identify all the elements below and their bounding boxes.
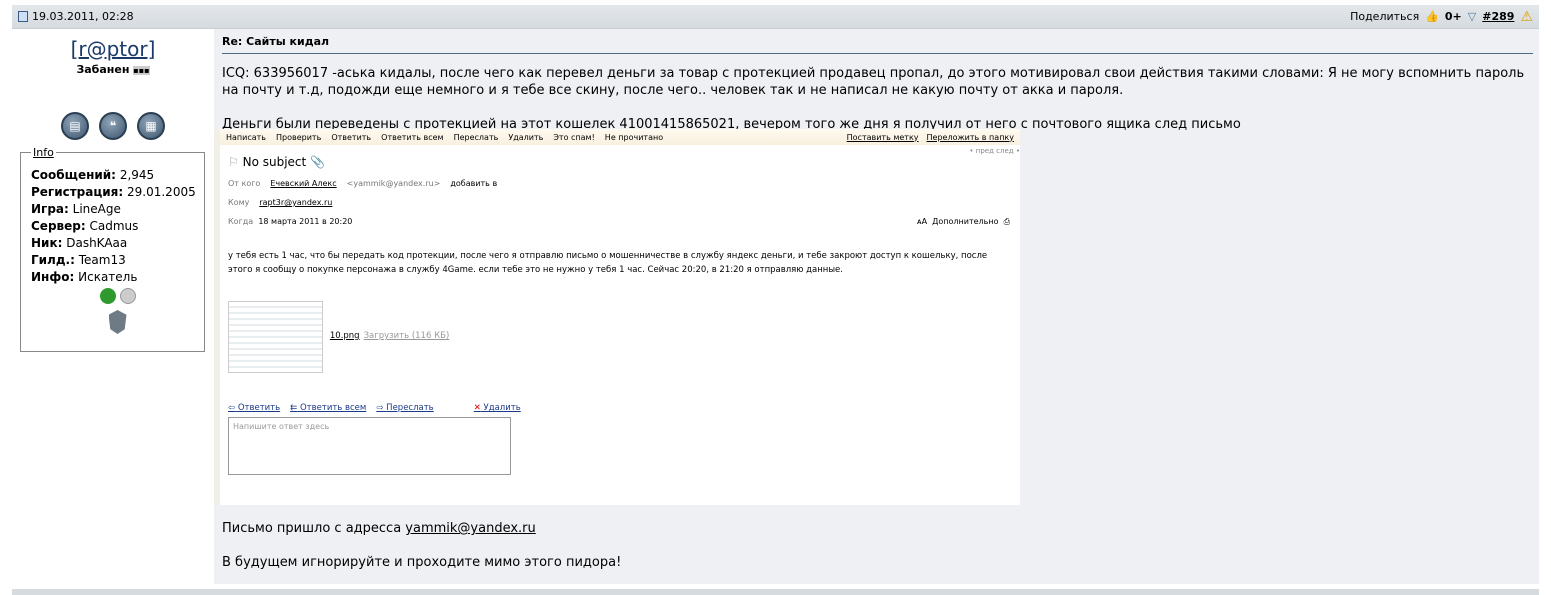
mail-toolbar-item: Проверить	[276, 132, 322, 142]
status-badge: ▪▪▪	[133, 66, 150, 75]
shield-icon	[108, 310, 127, 334]
mail-nav: • пред след •	[969, 147, 1020, 155]
message-paragraph: ICQ: 633956017 -аська кидалы, после чего…	[222, 66, 1525, 98]
post-content: Re: Сайты кидал ICQ: 633956017 -аська ки…	[214, 29, 1539, 584]
warning-icon[interactable]: ⚠	[1520, 9, 1533, 25]
mail-toolbar-item: Ответить	[331, 132, 372, 142]
user-status: Забанен	[76, 63, 130, 76]
attachment-name: 10.png	[329, 331, 360, 341]
field-value: 2,945	[119, 168, 155, 182]
reply-all-icon: ⇇	[290, 403, 298, 413]
email-link[interactable]: yammik@yandex.ru	[405, 521, 535, 536]
post-title: Re: Сайты кидал	[222, 35, 1533, 54]
after-text: Письмо пришло с адресса	[222, 521, 406, 536]
field-label: Инфо:	[31, 270, 75, 284]
flag-icon: ⚐	[228, 155, 239, 169]
delete-icon: ✕	[473, 403, 481, 413]
mail-to-value: rapt3r@yandex.ru	[259, 198, 333, 207]
mail-when-label: Когда	[228, 217, 254, 226]
field-label: Ник:	[31, 236, 63, 250]
mail-toolbar-item: Удалить	[508, 132, 544, 142]
field-value: Team13	[78, 253, 126, 267]
mail-toolbar-item: Ответить всем	[381, 132, 444, 142]
profile-icon[interactable]: ▤	[61, 112, 89, 140]
next-post-header	[12, 589, 1539, 595]
attachment-thumbnail	[228, 301, 323, 373]
username-link[interactable]: [r@ptor]	[12, 37, 214, 61]
field-label: Регистрация:	[31, 185, 124, 199]
quote-icon[interactable]: ❝	[99, 112, 127, 140]
posts-icon[interactable]: ▦	[137, 112, 165, 140]
rating-value: 0+	[1444, 10, 1462, 23]
mail-action: Переслать	[386, 403, 434, 413]
field-value: 29.01.2005	[127, 185, 196, 199]
mail-screenshot: Написать Проверить Ответить Ответить все…	[214, 129, 1020, 505]
mail-from-label: От кого	[228, 179, 261, 188]
mail-action: Ответить всем	[299, 403, 367, 413]
paperclip-icon: 📎	[310, 155, 326, 169]
mail-action: Удалить	[483, 403, 521, 413]
mail-subject: No subject	[242, 155, 307, 169]
post-header: 19.03.2011, 02:28 Поделиться 👍 0+ ▽ #289…	[12, 5, 1539, 29]
mail-from-add: добавить в	[450, 179, 498, 188]
user-sidebar: [r@ptor] Забанен ▪▪▪ ▤ ❝ ▦ Info Сообщени…	[12, 29, 214, 584]
mail-action: Ответить	[237, 403, 281, 413]
mail-reply-box: Напишите ответ здесь	[228, 417, 511, 475]
forum-post: 19.03.2011, 02:28 Поделиться 👍 0+ ▽ #289…	[12, 5, 1539, 585]
field-value: Cadmus	[89, 219, 139, 233]
mail-toolbar-item: Поставить метку	[846, 132, 919, 142]
mail-extra: Дополнительно	[932, 217, 999, 226]
field-label: Сервер:	[31, 219, 86, 233]
user-info-box: Info Сообщений: 2,945 Регистрация: 29.01…	[20, 146, 205, 352]
skull-icon	[119, 288, 136, 304]
post-number-link[interactable]: #289	[1482, 10, 1514, 23]
field-label: Гилд.:	[31, 253, 75, 267]
info-title: Info	[31, 146, 56, 159]
mail-text: у тебя есть 1 час, что бы передать код п…	[228, 251, 988, 275]
print-icon: ⎙	[1003, 217, 1010, 226]
attachment-size: Загрузить (116 КБ)	[363, 331, 450, 341]
mail-from-value: Ечевский Алекс	[270, 179, 337, 188]
field-value: LineAge	[72, 202, 121, 216]
mail-to-label: Кому	[228, 198, 250, 207]
rating-down-icon[interactable]: ▽	[1468, 10, 1476, 23]
post-icon	[18, 11, 28, 22]
forward-icon: ⇨	[376, 403, 384, 413]
thumbs-up-icon[interactable]: 👍	[1425, 10, 1439, 23]
mail-toolbar: Написать Проверить Ответить Ответить все…	[220, 129, 1020, 145]
field-label: Сообщений:	[31, 168, 116, 182]
field-label: Игра:	[31, 202, 69, 216]
post-date: 19.03.2011, 02:28	[32, 10, 134, 23]
mail-toolbar-item: Не прочитано	[604, 132, 664, 142]
share-link[interactable]: Поделиться	[1350, 10, 1419, 23]
mail-toolbar-item: Написать	[226, 132, 267, 142]
field-value: DashKAaa	[66, 236, 128, 250]
mail-from-email: <yammik@yandex.ru>	[346, 179, 441, 188]
font-size-icon: ᴀA	[916, 217, 928, 226]
mail-toolbar-item: Переслать	[453, 132, 499, 142]
closing-text: В будущем игнорируйте и проходите мимо э…	[222, 555, 622, 570]
mail-toolbar-item: Переложить в папку	[926, 132, 1014, 142]
reply-icon: ⇦	[228, 403, 236, 413]
field-value: Искатель	[78, 270, 138, 284]
mail-toolbar-item: Это спам!	[553, 132, 595, 142]
mail-when-value: 18 марта 2011 в 20:20	[258, 217, 353, 226]
clover-icon	[99, 288, 116, 304]
